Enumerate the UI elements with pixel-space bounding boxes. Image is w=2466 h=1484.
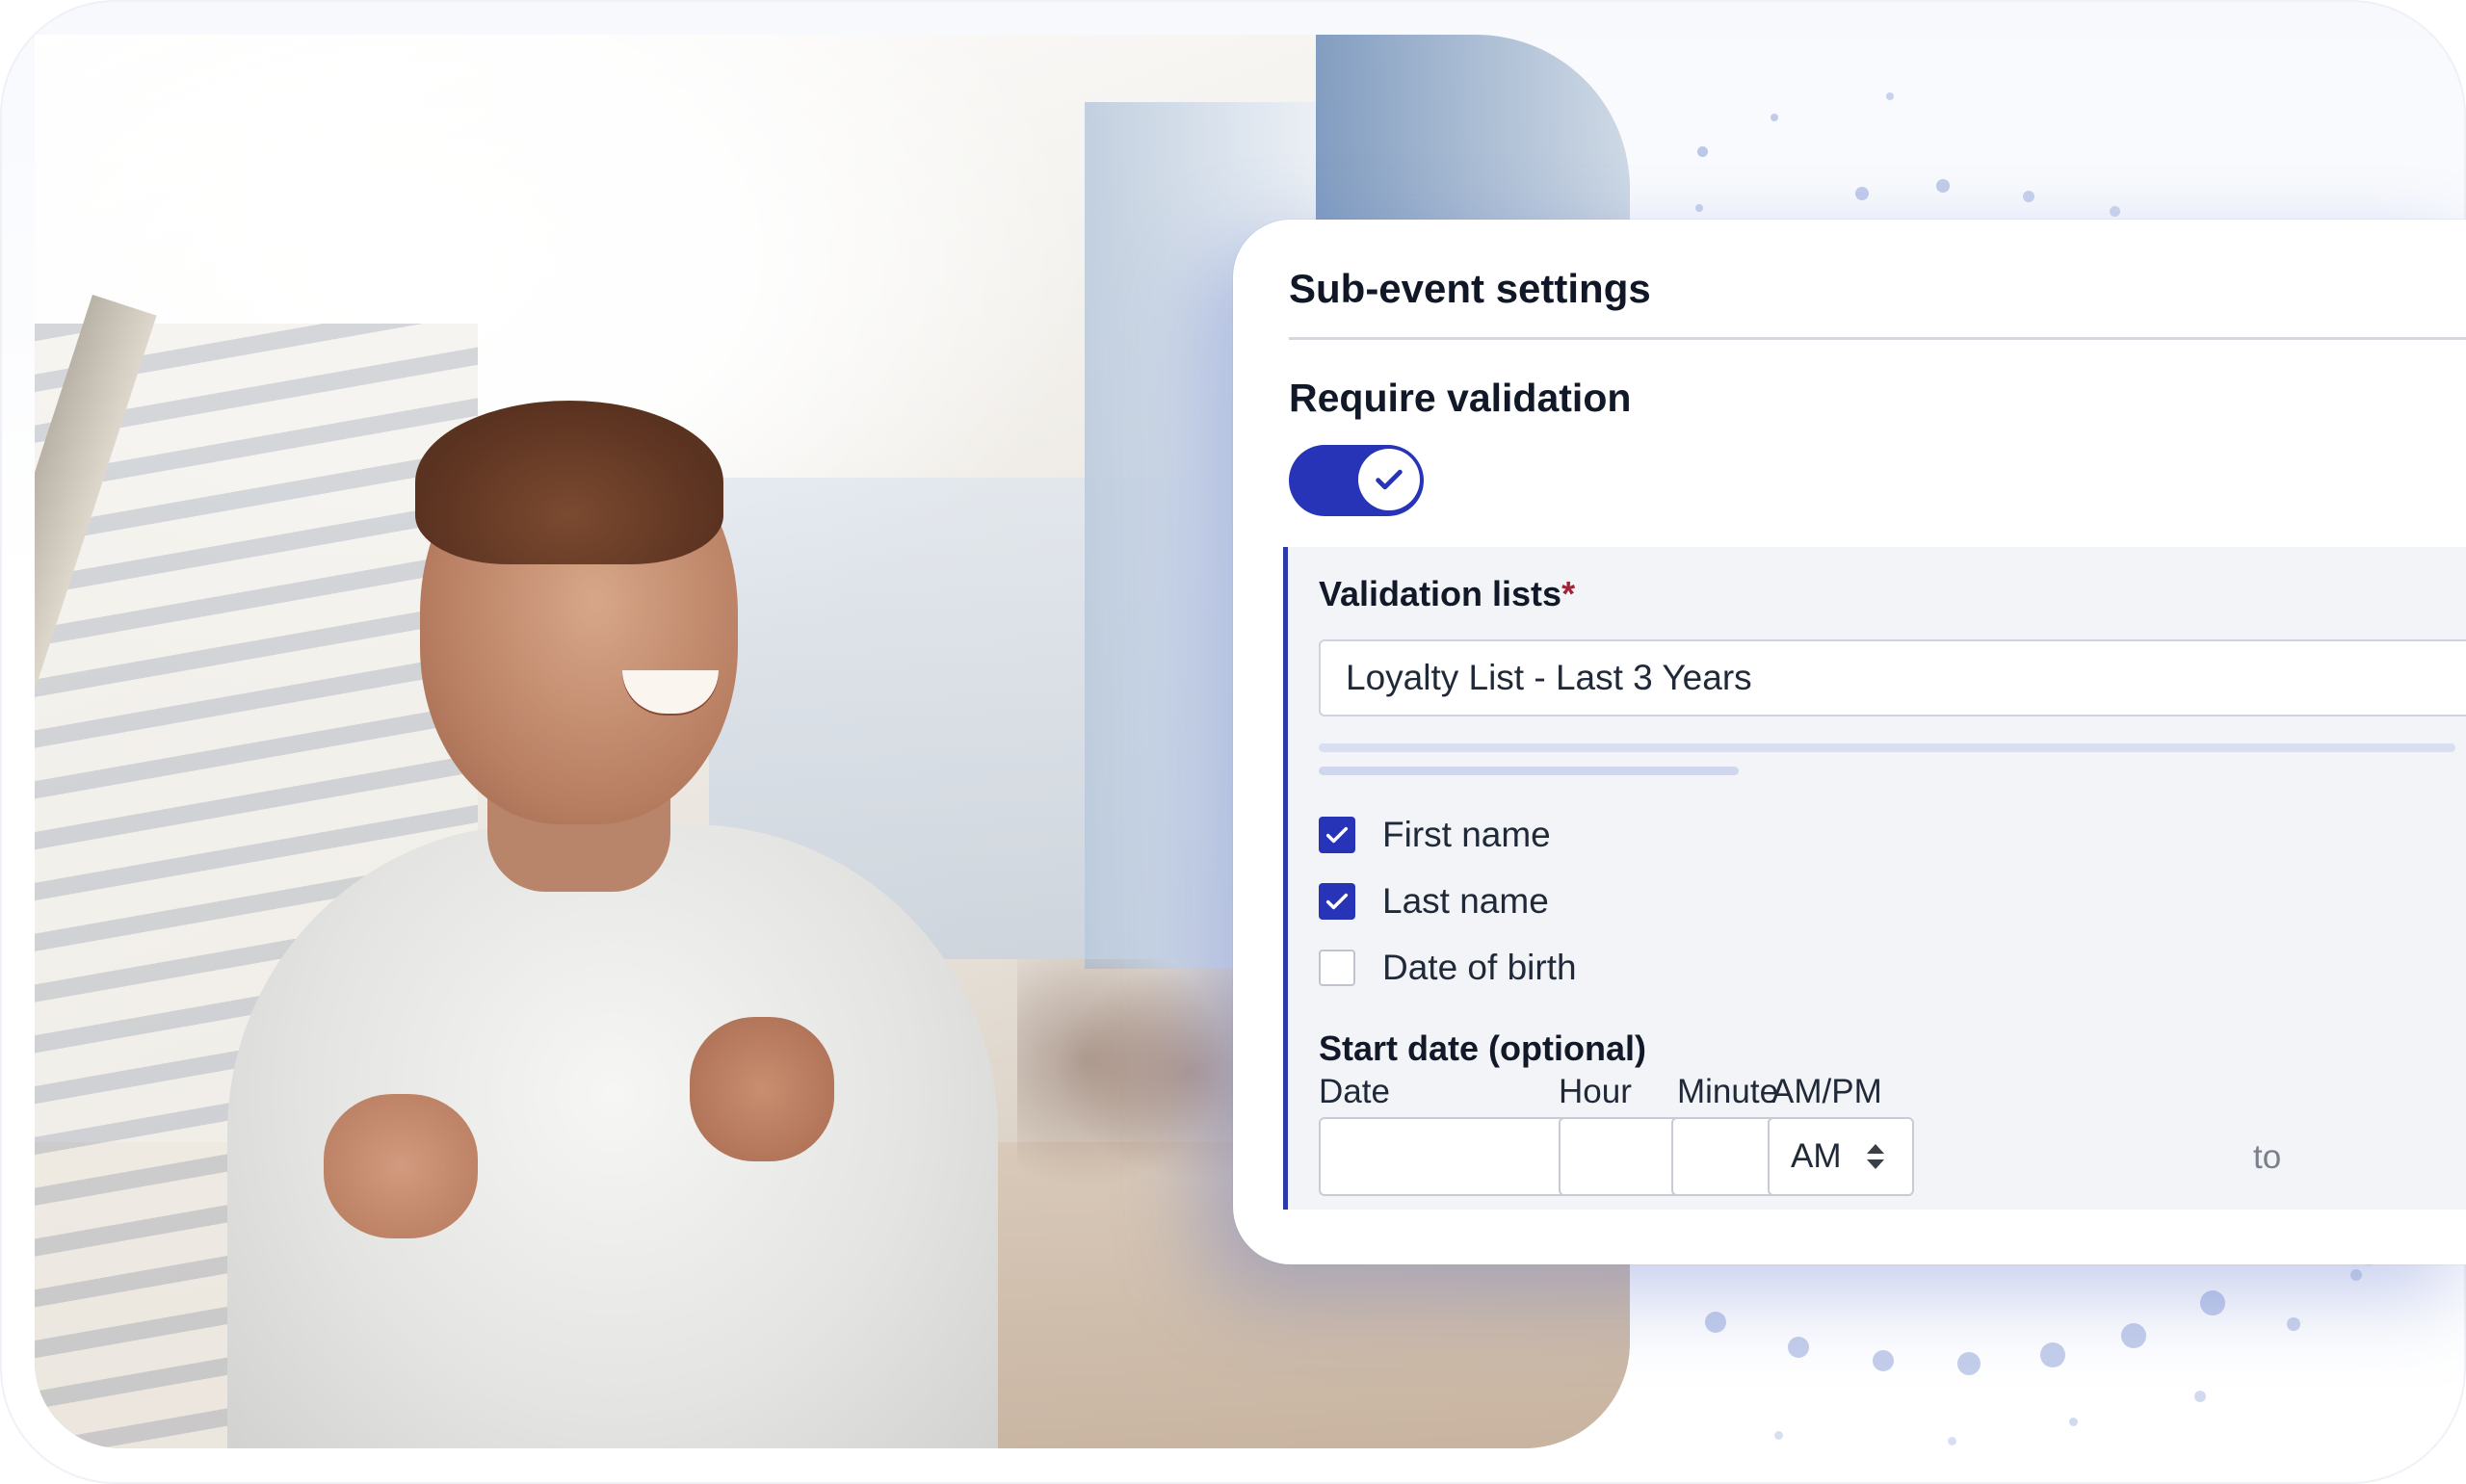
validation-panel: Validation lists* Loyalty List - Last 3 … bbox=[1283, 547, 2466, 1210]
loading-bar bbox=[1319, 767, 1739, 775]
decorative-dot bbox=[2194, 1391, 2206, 1402]
decorative-dot bbox=[2287, 1317, 2300, 1331]
decorative-dot bbox=[2069, 1418, 2078, 1426]
decorative-dot bbox=[1948, 1437, 1956, 1445]
decorative-dot bbox=[2040, 1342, 2065, 1367]
photo-person-hair bbox=[415, 401, 723, 564]
date-of-birth-checkbox[interactable] bbox=[1319, 950, 1355, 986]
validation-lists-selected-value: Loyalty List - Last 3 Years bbox=[1346, 658, 1752, 697]
decorative-dot bbox=[2200, 1290, 2225, 1315]
last-name-checkbox-row[interactable]: Last name bbox=[1319, 881, 1549, 922]
decorative-dot bbox=[1697, 146, 1708, 157]
card-title: Sub-event settings bbox=[1289, 266, 1651, 311]
decorative-dot bbox=[2023, 191, 2034, 202]
ampm-selected-value: AM bbox=[1791, 1137, 1842, 1175]
decorative-dot bbox=[2350, 1269, 2362, 1281]
decorative-dot bbox=[1774, 1431, 1783, 1440]
decorative-dot bbox=[1705, 1312, 1726, 1333]
decorative-dot bbox=[1873, 1350, 1894, 1371]
photo-person-hand bbox=[324, 1094, 478, 1238]
last-name-checkbox[interactable] bbox=[1319, 883, 1355, 920]
loading-bar bbox=[1319, 743, 2455, 752]
photo-person-hand bbox=[690, 1017, 834, 1161]
toggle-knob bbox=[1358, 449, 1420, 510]
required-asterisk: * bbox=[1561, 574, 1576, 613]
decorative-dot bbox=[1788, 1337, 1809, 1358]
require-validation-toggle[interactable] bbox=[1289, 445, 1424, 516]
last-name-label: Last name bbox=[1382, 881, 1549, 921]
decorative-dot bbox=[1855, 187, 1869, 200]
decorative-dot bbox=[2121, 1323, 2146, 1348]
hour-label: Hour bbox=[1559, 1073, 1632, 1110]
checkmark-icon bbox=[1376, 469, 1403, 490]
sub-event-settings-card: Sub-event settings Require validation Va… bbox=[1233, 220, 2466, 1264]
decorative-dot bbox=[1771, 114, 1778, 121]
checkmark-icon bbox=[1325, 893, 1349, 910]
validation-lists-label: Validation lists* bbox=[1319, 574, 1575, 614]
first-name-checkbox-row[interactable]: First name bbox=[1319, 815, 1551, 855]
decorative-dot bbox=[1957, 1352, 1981, 1375]
start-date-title: Start date (optional) bbox=[1319, 1028, 1646, 1068]
date-of-birth-label: Date of birth bbox=[1382, 948, 1577, 987]
range-to-label: to bbox=[2253, 1138, 2282, 1176]
decorative-dot bbox=[1886, 92, 1894, 100]
sort-arrows-icon bbox=[1866, 1144, 1884, 1169]
ampm-select[interactable]: AM bbox=[1768, 1117, 1914, 1196]
require-validation-title: Require validation bbox=[1289, 376, 1632, 420]
checkmark-icon bbox=[1325, 826, 1349, 844]
decorative-dot bbox=[1936, 179, 1950, 193]
first-name-checkbox[interactable] bbox=[1319, 817, 1355, 853]
ampm-label: AM/PM bbox=[1771, 1073, 1882, 1110]
decorative-dot bbox=[2110, 206, 2120, 217]
date-label: Date bbox=[1319, 1073, 1390, 1110]
date-of-birth-checkbox-row[interactable]: Date of birth bbox=[1319, 948, 1577, 988]
divider bbox=[1289, 337, 2466, 340]
first-name-label: First name bbox=[1382, 815, 1551, 854]
photo-background-people bbox=[1017, 959, 1248, 1210]
minute-label: Minute bbox=[1677, 1073, 1779, 1110]
validation-lists-label-text: Validation lists bbox=[1319, 574, 1562, 613]
decorative-dot bbox=[1695, 204, 1703, 212]
validation-lists-select[interactable]: Loyalty List - Last 3 Years bbox=[1319, 639, 2466, 716]
